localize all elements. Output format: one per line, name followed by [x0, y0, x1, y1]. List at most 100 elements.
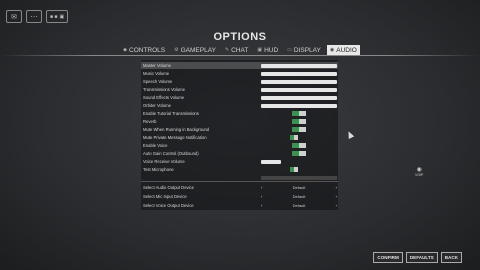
music-volume-slider[interactable]	[261, 71, 337, 76]
setting-row-orbiter-volume[interactable]: Orbiter Volume	[141, 102, 338, 109]
tab-bar: ◆ CONTROLS ⚙ GAMEPLAY ✎ CHAT ▣ HUD ▭ DISPLAY …	[0, 45, 480, 55]
tab-gameplay[interactable]: ⚙ GAMEPLAY	[171, 45, 219, 55]
select-value: Default	[292, 185, 306, 190]
transmissions-volume-slider[interactable]	[261, 87, 337, 92]
setting-label: Test Microphone	[143, 167, 174, 172]
setting-row-test-microphone[interactable]: Test Microphone	[141, 166, 338, 173]
tab-display[interactable]: ▭ DISPLAY	[284, 45, 324, 55]
setting-label: Select Audio Output Device	[143, 185, 194, 190]
topbar: ✉ ⋯ ■ ■ ▣	[6, 10, 69, 23]
tab-label: GAMEPLAY	[180, 46, 216, 54]
setting-row-mute-pm-notification[interactable]: Mute Private Message Notification	[141, 134, 338, 141]
status-icons: ■ ■	[50, 13, 58, 20]
toggle-on	[292, 119, 299, 124]
mute-background-toggle[interactable]	[292, 127, 306, 132]
bottom-buttons: CONFIRM DEFAULTS BACK	[373, 252, 462, 263]
section-divider	[141, 181, 338, 182]
tab-label: AUDIO	[336, 46, 357, 54]
tab-label: HUD	[264, 46, 279, 54]
gameplay-icon: ⚙	[174, 47, 179, 53]
tutorial-transmissions-toggle[interactable]	[292, 111, 306, 116]
orbiter-volume-slider[interactable]	[261, 103, 337, 108]
chevron-right-icon[interactable]: ›	[336, 194, 338, 199]
tab-audio[interactable]: ◉ AUDIO	[326, 45, 360, 55]
select-value: Default	[292, 203, 306, 208]
setting-label: Enable Voice	[143, 143, 168, 148]
tab-label: CONTROLS	[129, 46, 166, 54]
toggle-on	[292, 127, 299, 132]
audio-output-device-select[interactable]: ‹ Default ›	[261, 184, 337, 191]
setting-row-audio-output-device[interactable]: Select Audio Output Device ‹ Default ›	[141, 184, 338, 191]
master-volume-slider[interactable]	[261, 63, 337, 68]
setting-row-music-volume[interactable]: Music Volume	[141, 70, 338, 77]
chevron-right-icon[interactable]: ›	[336, 185, 338, 190]
toggle-off	[299, 151, 306, 156]
setting-row-master-volume[interactable]: Master Volume	[141, 62, 338, 69]
setting-row-enable-voice[interactable]: Enable Voice	[141, 142, 338, 149]
mic-level-meter	[261, 176, 337, 180]
setting-label: Sound Effects Volume	[143, 95, 185, 100]
chevron-left-icon[interactable]: ‹	[261, 203, 263, 208]
toggle-off	[294, 135, 298, 140]
setting-row-mic-input-device[interactable]: Select Mic Input Device ‹ Default ›	[141, 193, 338, 200]
setting-row-sfx-volume[interactable]: Sound Effects Volume	[141, 94, 338, 101]
sfx-volume-slider[interactable]	[261, 95, 337, 100]
chat-bubble-icon[interactable]: ✉	[6, 10, 22, 23]
tab-chat[interactable]: ✎ CHAT	[222, 45, 251, 55]
toggle-on	[292, 143, 299, 148]
toggle-off	[299, 127, 306, 132]
setting-row-mute-background[interactable]: Mute When Running in Background	[141, 126, 338, 133]
setting-row-reverb[interactable]: Reverb	[141, 118, 338, 125]
toggle-off	[294, 167, 298, 172]
setting-row-transmissions-volume[interactable]: Transmissions Volume	[141, 86, 338, 93]
tab-label: DISPLAY	[293, 46, 321, 54]
mic-input-device-select[interactable]: ‹ Default ›	[261, 193, 337, 200]
auto-gain-toggle[interactable]	[292, 151, 306, 156]
setting-label: Transmissions Volume	[143, 87, 185, 92]
setting-label: Music Volume	[143, 71, 170, 76]
audio-icon: ◉	[329, 47, 335, 53]
topbar-status-group[interactable]: ■ ■ ▣	[46, 10, 69, 23]
tab-hud[interactable]: ▣ HUD	[254, 45, 281, 55]
chevron-right-icon[interactable]: ›	[336, 203, 338, 208]
defaults-button[interactable]: DEFAULTS	[405, 252, 438, 263]
enable-voice-toggle[interactable]	[292, 143, 306, 148]
setting-label: Enable Tutorial Transmissions	[143, 111, 199, 116]
setting-row-speech-volume[interactable]: Speech Volume	[141, 78, 338, 85]
setting-label: Mute When Running in Background	[143, 127, 210, 132]
test-microphone-toggle[interactable]	[290, 167, 298, 172]
speech-volume-slider[interactable]	[261, 79, 337, 84]
chevron-left-icon[interactable]: ‹	[261, 185, 263, 190]
mouse-cursor-icon	[345, 130, 355, 139]
audio-settings-panel: Master Volume Music Volume Speech Volume…	[141, 60, 338, 210]
mute-pm-notification-toggle[interactable]	[290, 135, 298, 140]
setting-label: Reverb	[143, 119, 157, 124]
voice-output-device-select[interactable]: ‹ Default ›	[261, 202, 337, 209]
tab-label: CHAT	[231, 46, 249, 54]
menu-icon[interactable]: ⋯	[26, 10, 42, 23]
setting-label: Select Mic Input Device	[143, 194, 187, 199]
toggle-on	[292, 111, 299, 116]
voice-receive-volume-slider[interactable]	[261, 159, 281, 164]
toggle-off	[299, 143, 306, 148]
setting-label: Orbiter Volume	[143, 103, 171, 108]
setting-label: Voice Receive Volume	[143, 159, 185, 164]
setting-row-tutorial-transmissions[interactable]: Enable Tutorial Transmissions	[141, 110, 338, 117]
voip-indicator: ◉ VOIP	[415, 166, 423, 177]
setting-label: Mute Private Message Notification	[143, 135, 207, 140]
hud-icon: ▣	[257, 47, 263, 53]
setting-label: Speech Volume	[143, 79, 173, 84]
setting-label: Auto Gain Control (Outbound)	[143, 151, 199, 156]
toggle-off	[299, 119, 306, 124]
setting-row-voice-output-device[interactable]: Select Voice Output Device ‹ Default ›	[141, 202, 338, 209]
status-frame-icon: ▣	[59, 13, 65, 20]
controls-icon: ◆	[123, 47, 128, 53]
tab-controls[interactable]: ◆ CONTROLS	[120, 45, 168, 55]
chevron-left-icon[interactable]: ‹	[261, 194, 263, 199]
setting-label: Master Volume	[143, 63, 171, 68]
confirm-button[interactable]: CONFIRM	[373, 252, 403, 263]
back-button[interactable]: BACK	[440, 252, 462, 263]
setting-row-auto-gain[interactable]: Auto Gain Control (Outbound)	[141, 150, 338, 157]
setting-row-voice-receive-volume[interactable]: Voice Receive Volume	[141, 158, 338, 165]
reverb-toggle[interactable]	[292, 119, 306, 124]
